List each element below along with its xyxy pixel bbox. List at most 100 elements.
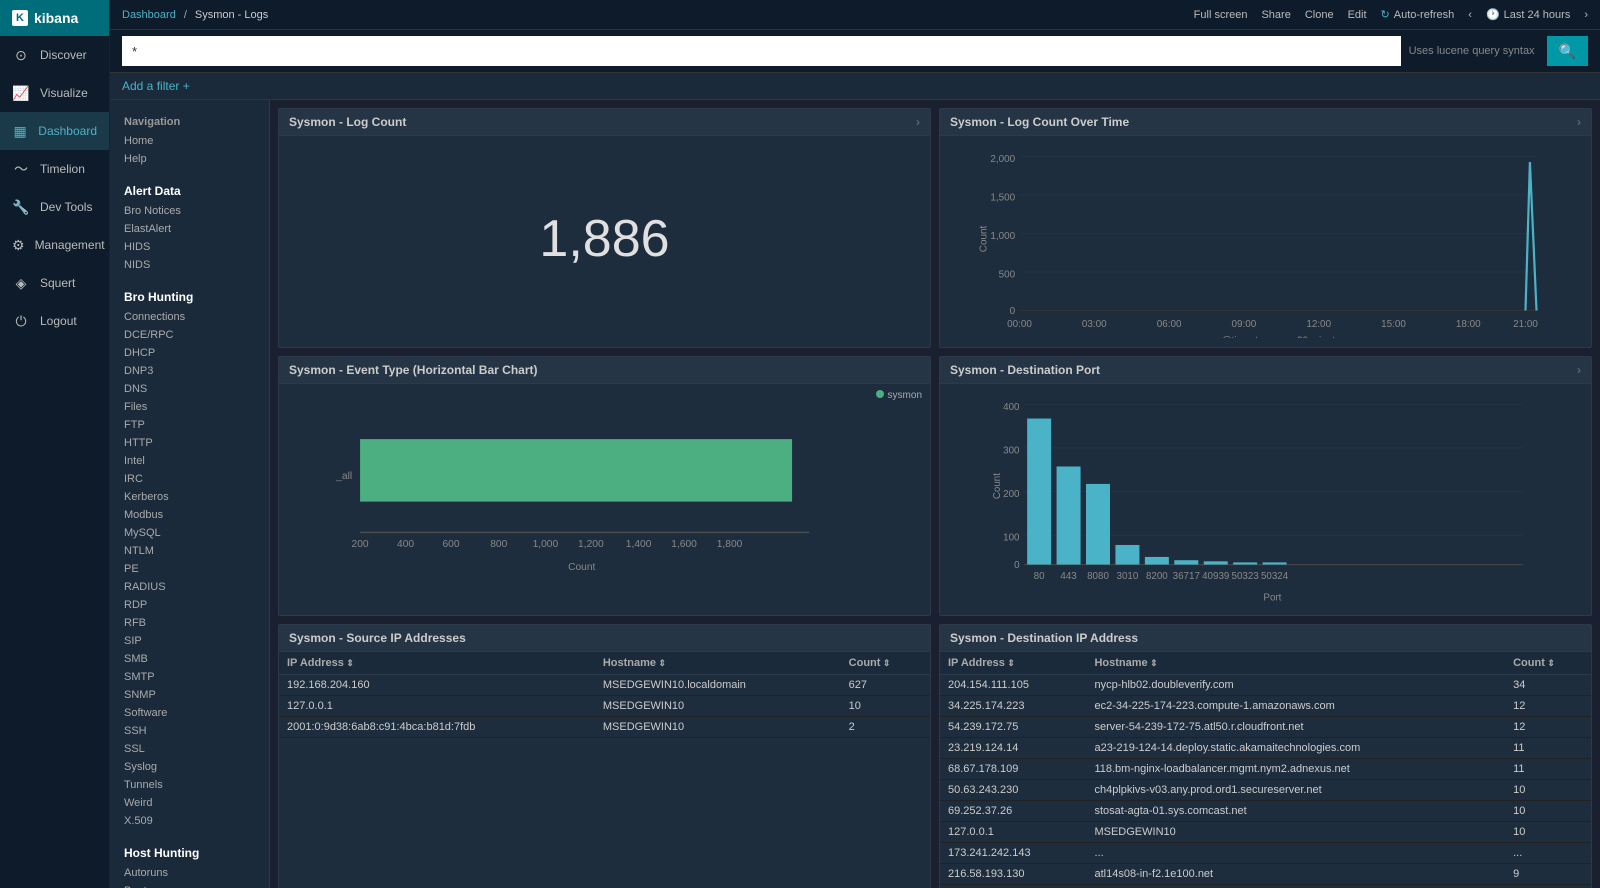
nav-dns[interactable]: DNS — [110, 380, 269, 398]
col-ip-address[interactable]: IP Address — [279, 652, 595, 675]
nav-intel[interactable]: Intel — [110, 452, 269, 470]
panel-expand-icon2[interactable]: › — [1577, 363, 1581, 377]
breadcrumb-separator: / — [184, 9, 187, 21]
breadcrumb-dashboard[interactable]: Dashboard — [122, 9, 176, 21]
col-dest-hostname[interactable]: Hostname — [1086, 652, 1505, 675]
nav-dhcp[interactable]: DHCP — [110, 344, 269, 362]
nav-home[interactable]: Home — [110, 132, 269, 150]
panel-destination-ip-header: Sysmon - Destination IP Address — [940, 625, 1591, 652]
destination-port-chart: 400 300 200 100 0 Count — [940, 388, 1583, 606]
nav-smtp[interactable]: SMTP — [110, 668, 269, 686]
breadcrumb-current: Sysmon - Logs — [195, 9, 268, 21]
cell-dest-hostname: a23-219-124-14.deploy.static.akamaitechn… — [1086, 738, 1505, 759]
time-series-chart: 2,000 1,500 1,000 500 0 Count — [940, 140, 1583, 338]
nav-weird[interactable]: Weird — [110, 794, 269, 812]
nav-dnp3[interactable]: DNP3 — [110, 362, 269, 380]
col-dest-ip[interactable]: IP Address — [940, 652, 1086, 675]
svg-text:40939: 40939 — [1202, 571, 1229, 582]
panel-destination-ip-body: IP Address Hostname Count 204.154.111.10… — [940, 652, 1591, 885]
nav-connections[interactable]: Connections — [110, 308, 269, 326]
nav-syslog[interactable]: Syslog — [110, 758, 269, 776]
nav-nids[interactable]: NIDS — [110, 256, 269, 274]
nav-tunnels[interactable]: Tunnels — [110, 776, 269, 794]
alert-data-title: Alert Data — [110, 176, 269, 202]
kibana-logo[interactable]: K kibana — [0, 0, 109, 36]
share-button[interactable]: Share — [1261, 9, 1290, 21]
panel-log-over-time: Sysmon - Log Count Over Time › 2,000 1,5… — [939, 108, 1592, 348]
nav-smb[interactable]: SMB — [110, 650, 269, 668]
cell-dest-count: 10 — [1505, 780, 1591, 801]
nav-modbus[interactable]: Modbus — [110, 506, 269, 524]
clone-button[interactable]: Clone — [1305, 9, 1334, 21]
sidebar-item-management[interactable]: ⚙ Management — [0, 226, 109, 264]
nav-kerberos[interactable]: Kerberos — [110, 488, 269, 506]
nav-help[interactable]: Help — [110, 150, 269, 168]
nav-bro-notices[interactable]: Bro Notices — [110, 202, 269, 220]
sidebar-item-squert[interactable]: ◈ Squert — [0, 264, 109, 302]
svg-text:80: 80 — [1034, 571, 1045, 582]
nav-ssl[interactable]: SSL — [110, 740, 269, 758]
sidebar-item-devtools[interactable]: 🔧 Dev Tools — [0, 188, 109, 226]
nav-snmp[interactable]: SNMP — [110, 686, 269, 704]
search-input[interactable] — [122, 36, 1401, 66]
kibana-logo-text: kibana — [34, 10, 78, 26]
nav-elastalert[interactable]: ElastAlert — [110, 220, 269, 238]
panel-controls: › — [916, 115, 920, 129]
nav-files[interactable]: Files — [110, 398, 269, 416]
add-filter-button[interactable]: Add a filter + — [122, 79, 190, 93]
nav-ntlm[interactable]: NTLM — [110, 542, 269, 560]
nav-sip[interactable]: SIP — [110, 632, 269, 650]
svg-text:0: 0 — [1010, 306, 1016, 317]
cell-dest-ip: 216.58.193.130 — [940, 864, 1086, 885]
nav-dcerpc[interactable]: DCE/RPC — [110, 326, 269, 344]
nav-ssh[interactable]: SSH — [110, 722, 269, 740]
auto-refresh-toggle[interactable]: ↻ Auto-refresh — [1381, 8, 1455, 21]
nav-irc[interactable]: IRC — [110, 470, 269, 488]
sidebar-item-discover[interactable]: ⊙ Discover — [0, 36, 109, 74]
cell-dest-hostname: nycp-hlb02.doubleverify.com — [1086, 675, 1505, 696]
nav-ftp[interactable]: FTP — [110, 416, 269, 434]
svg-text:8200: 8200 — [1146, 571, 1168, 582]
nav-x509[interactable]: X.509 — [110, 812, 269, 830]
nav-beats[interactable]: Beats — [110, 882, 269, 888]
table-row: 173.241.242.143...... — [940, 843, 1591, 864]
col-count[interactable]: Count — [841, 652, 930, 675]
panel-destination-port-body: 400 300 200 100 0 Count — [940, 384, 1591, 610]
sidebar-label-squert: Squert — [40, 276, 75, 290]
source-ip-table: IP Address Hostname Count 192.168.204.16… — [279, 652, 930, 738]
cell-dest-ip: 54.239.172.75 — [940, 717, 1086, 738]
sidebar-label-discover: Discover — [40, 48, 87, 62]
app-sidebar: K kibana ⊙ Discover 📈 Visualize ▦ Dashbo… — [0, 0, 110, 888]
nav-rfb[interactable]: RFB — [110, 614, 269, 632]
nav-radius[interactable]: RADIUS — [110, 578, 269, 596]
time-next-button[interactable]: › — [1584, 9, 1588, 21]
nav-hids[interactable]: HIDS — [110, 238, 269, 256]
search-button[interactable]: 🔍 — [1547, 36, 1588, 66]
panel-expand-icon[interactable]: › — [1577, 115, 1581, 129]
edit-button[interactable]: Edit — [1348, 9, 1367, 21]
nav-http[interactable]: HTTP — [110, 434, 269, 452]
time-range-display[interactable]: 🕐 Last 24 hours — [1486, 8, 1570, 21]
col-dest-count[interactable]: Count — [1505, 652, 1591, 675]
col-hostname[interactable]: Hostname — [595, 652, 841, 675]
sidebar-item-visualize[interactable]: 📈 Visualize — [0, 74, 109, 112]
cell-dest-hostname: MSEDGEWIN10 — [1086, 822, 1505, 843]
dashboard-icon: ▦ — [12, 122, 28, 140]
sidebar-item-dashboard[interactable]: ▦ Dashboard — [0, 112, 109, 150]
nav-mysql[interactable]: MySQL — [110, 524, 269, 542]
destination-ip-table: IP Address Hostname Count 204.154.111.10… — [940, 652, 1591, 885]
fullscreen-button[interactable]: Full screen — [1194, 9, 1248, 21]
time-prev-button[interactable]: ‹ — [1468, 9, 1472, 21]
sidebar-label-dashboard: Dashboard — [38, 124, 97, 138]
nav-pe[interactable]: PE — [110, 560, 269, 578]
squert-icon: ◈ — [12, 274, 30, 292]
sidebar-item-timelion[interactable]: 〜 Timelion — [0, 150, 109, 188]
panel-event-type-body: sysmon _all 200 400 600 — [279, 384, 930, 610]
svg-text:15:00: 15:00 — [1381, 319, 1406, 330]
cell-ip: 127.0.0.1 — [279, 696, 595, 717]
nav-rdp[interactable]: RDP — [110, 596, 269, 614]
cell-dest-ip: 34.225.174.223 — [940, 696, 1086, 717]
nav-autoruns[interactable]: Autoruns — [110, 864, 269, 882]
nav-software[interactable]: Software — [110, 704, 269, 722]
sidebar-item-logout[interactable]: ⏻ Logout — [0, 302, 109, 340]
